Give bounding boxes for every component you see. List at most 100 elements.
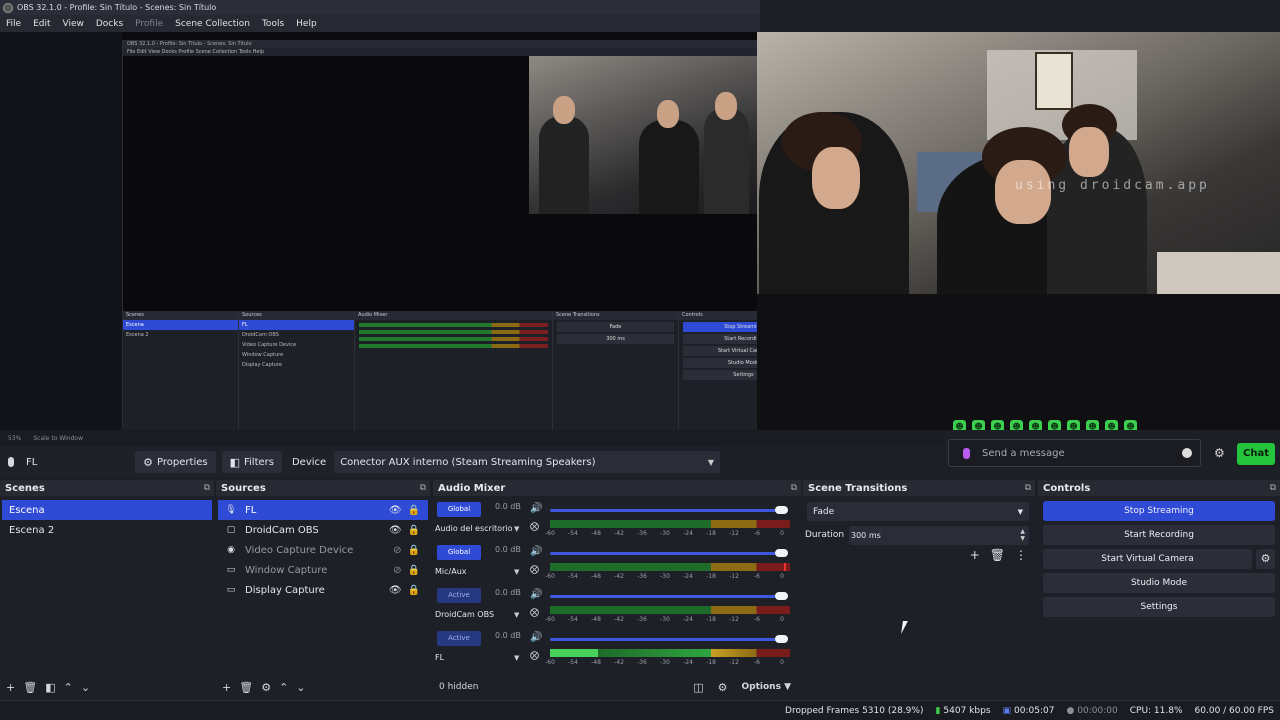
emote-icon[interactable]: ☻ <box>1124 420 1137 430</box>
emote-icon[interactable]: ☻ <box>1048 420 1061 430</box>
mixer-sync-badge[interactable]: Active <box>437 631 481 646</box>
settings-icon[interactable]: ⚙ <box>718 681 728 694</box>
emote-icon[interactable]: ☻ <box>1105 420 1118 430</box>
monitor-toggle-icon[interactable]: ⨂ <box>530 651 539 661</box>
eye-off-icon[interactable]: ⊘ <box>393 565 401 576</box>
volume-slider-handle[interactable] <box>775 549 788 557</box>
emote-icon[interactable]: ☻ <box>972 420 985 430</box>
start-virtual-camera-button[interactable]: Start Virtual Camera <box>1043 549 1252 569</box>
more-icon[interactable]: ⋮ <box>1015 548 1027 562</box>
undock-icon[interactable]: ⧉ <box>1025 483 1031 493</box>
add-icon[interactable]: + <box>6 681 15 694</box>
volume-slider[interactable] <box>550 592 788 600</box>
source-item[interactable]: ▭ Display Capture 👁 🔒 <box>218 580 428 600</box>
settings-button[interactable]: Settings <box>1043 597 1275 617</box>
eye-off-icon[interactable]: ⊘ <box>393 545 401 556</box>
menu-docks[interactable]: Docks <box>90 19 129 29</box>
emote-icon[interactable]: ☻ <box>991 420 1004 430</box>
source-item[interactable]: 🎙 FL 👁 🔒 <box>218 500 428 520</box>
scale-mode[interactable]: Scale to Window <box>33 435 83 442</box>
properties-button[interactable]: ⚙ Properties <box>135 451 216 473</box>
lock-icon[interactable]: 🔒 <box>408 565 420 576</box>
emote-icon[interactable]: ☻ <box>953 420 966 430</box>
emote-icon[interactable]: ☻ <box>1029 420 1042 430</box>
undock-icon[interactable]: ⧉ <box>791 483 797 493</box>
volume-slider-handle[interactable] <box>775 506 788 514</box>
speaker-icon[interactable]: 🔊 <box>530 546 542 557</box>
trash-icon[interactable]: 🗑 <box>990 548 1005 562</box>
chat-message-input[interactable]: Send a message <box>948 439 1201 467</box>
mixer-options[interactable]: Options ▼ <box>742 682 792 692</box>
monitor-toggle-icon[interactable]: ⨂ <box>530 565 539 575</box>
menu-edit[interactable]: Edit <box>27 19 56 29</box>
speaker-icon[interactable]: 🔊 <box>530 632 542 643</box>
chat-button[interactable]: Chat <box>1237 443 1275 465</box>
duration-input[interactable]: 300 ms ▲ ▼ <box>849 526 1029 545</box>
monitor-toggle-icon[interactable]: ⨂ <box>530 608 539 618</box>
undock-icon[interactable]: ⧉ <box>1270 483 1276 493</box>
stop-streaming-button[interactable]: Stop Streaming <box>1043 501 1275 521</box>
mixer-sync-badge[interactable]: Active <box>437 588 481 603</box>
chevron-down-icon[interactable]: ▼ <box>514 611 519 619</box>
device-select[interactable]: Conector AUX interno (Steam Streaming Sp… <box>334 451 720 473</box>
emote-icon[interactable]: ☻ <box>1010 420 1023 430</box>
menu-file[interactable]: File <box>0 19 27 29</box>
speaker-icon[interactable]: 🔊 <box>530 503 542 514</box>
undock-icon[interactable]: ⧉ <box>204 483 210 493</box>
source-item[interactable]: ▢ DroidCam OBS 👁 🔒 <box>218 520 428 540</box>
volume-slider[interactable] <box>550 635 788 643</box>
monitor-toggle-icon[interactable]: ⨂ <box>530 522 539 532</box>
eye-icon[interactable]: 👁 <box>389 505 402 516</box>
menu-help[interactable]: Help <box>290 19 323 29</box>
chevron-up-icon[interactable]: ⌃ <box>64 681 73 694</box>
emoji-icon[interactable] <box>1182 448 1192 458</box>
chevron-down-icon[interactable]: ▼ <box>514 654 519 662</box>
zoom-level[interactable]: 53% <box>8 435 21 442</box>
mixer-sync-badge[interactable]: Global <box>437 545 481 560</box>
eye-icon[interactable]: 👁 <box>389 585 402 596</box>
chevron-up-icon[interactable]: ⌃ <box>279 681 288 694</box>
menu-profile[interactable]: Profile <box>129 19 169 29</box>
lock-icon[interactable]: 🔒 <box>408 585 420 596</box>
speaker-icon[interactable]: 🔊 <box>530 589 542 600</box>
gear-icon[interactable]: ⚙ <box>1214 446 1225 460</box>
volume-slider-handle[interactable] <box>775 635 788 643</box>
scene-item[interactable]: Escena <box>2 500 212 520</box>
emote-icon[interactable]: ☻ <box>1067 420 1080 430</box>
menu-scene-collection[interactable]: Scene Collection <box>169 19 256 29</box>
source-item[interactable]: ▭ Window Capture ⊘ 🔒 <box>218 560 428 580</box>
lock-icon[interactable]: 🔒 <box>408 525 420 536</box>
trash-icon[interactable]: 🗑 <box>239 681 253 694</box>
add-icon[interactable]: + <box>970 548 980 562</box>
chevron-down-icon[interactable]: ▼ <box>514 525 519 533</box>
gear-icon[interactable]: ⚙ <box>261 681 271 694</box>
mic-icon[interactable] <box>963 447 970 459</box>
volume-slider-handle[interactable] <box>775 592 788 600</box>
filter-icon[interactable]: ◧ <box>45 681 55 694</box>
eye-icon[interactable]: 👁 <box>389 525 402 536</box>
chevron-down-icon[interactable]: ▼ <box>514 568 519 576</box>
source-item[interactable]: ◉ Video Capture Device ⊘ 🔒 <box>218 540 428 560</box>
trash-icon[interactable]: 🗑 <box>23 681 37 694</box>
layout-icon[interactable]: ◫ <box>693 681 703 694</box>
volume-slider[interactable] <box>550 549 788 557</box>
add-icon[interactable]: + <box>222 681 231 694</box>
transition-type-select[interactable]: Fade ▼ <box>807 502 1029 521</box>
lock-icon[interactable]: 🔒 <box>408 505 420 516</box>
preview-canvas[interactable]: OBS 32.1.0 - Profile: Sin Título - Scene… <box>0 32 1280 430</box>
chevron-down-icon[interactable]: ⌄ <box>81 681 90 694</box>
filters-button[interactable]: ◧ Filters <box>221 451 282 473</box>
mixer-sync-badge[interactable]: Global <box>437 502 481 517</box>
start-recording-button[interactable]: Start Recording <box>1043 525 1275 545</box>
undock-icon[interactable]: ⧉ <box>420 483 426 493</box>
lock-icon[interactable]: 🔒 <box>408 545 420 556</box>
volume-slider[interactable] <box>550 506 788 514</box>
scene-item[interactable]: Escena 2 <box>2 520 212 540</box>
menu-view[interactable]: View <box>57 19 90 29</box>
emote-icon[interactable]: ☻ <box>1086 420 1099 430</box>
gear-icon[interactable]: ⚙ <box>1256 549 1275 569</box>
menu-tools[interactable]: Tools <box>256 19 290 29</box>
spinner-icon[interactable]: ▲ ▼ <box>1020 528 1025 542</box>
chevron-down-icon[interactable]: ⌄ <box>296 681 305 694</box>
studio-mode-button[interactable]: Studio Mode <box>1043 573 1275 593</box>
